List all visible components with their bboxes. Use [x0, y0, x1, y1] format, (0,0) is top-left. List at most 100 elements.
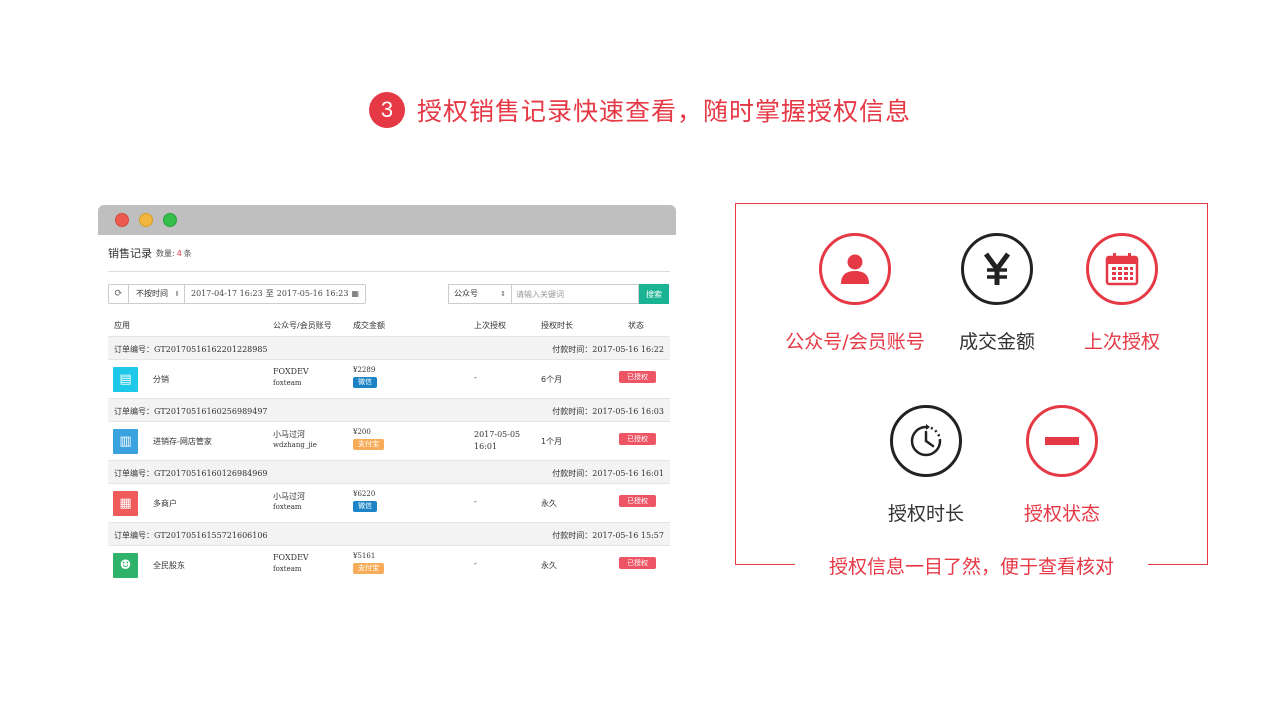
date-end: 2017-05-16 16:23 — [276, 289, 349, 298]
slide-title: 授权销售记录快速查看，随时掌握授权信息 — [416, 97, 911, 126]
feature-label-status: 授权状态 — [1023, 503, 1100, 525]
time-filter-group: ⟳ 不按时间 ⇕ 2017-04-17 16:23 至 2017-05-16 1… — [108, 284, 367, 304]
step-number-badge: 3 — [368, 92, 405, 128]
info-footer-caption: 授权信息一目了然，便于查看核对 — [795, 552, 1148, 579]
table-row: ▤ 分销 FOXDEV foxteam ¥2289 微信 - 6个月 已授权 — [108, 360, 670, 398]
account-name: FOXDEV — [273, 367, 309, 376]
count-unit: 条 — [183, 248, 192, 258]
amount: ¥2289 — [353, 366, 376, 374]
account-id: foxteam — [273, 565, 302, 573]
column-amount: 成交金额 — [353, 321, 385, 330]
date-start: 2017-04-17 16:23 — [191, 289, 263, 298]
warehouse-icon: ▥ — [113, 429, 138, 454]
last-auth-clock: 16:01 — [474, 442, 498, 451]
account-name: 小马过河 — [273, 430, 305, 439]
order-number: 订单编号：GT20170516162201228985 — [114, 345, 268, 354]
last-auth-time: 2017-05-05 16:01 — [474, 429, 520, 453]
app-name: 分销 — [153, 375, 169, 384]
last-auth-time: - — [474, 559, 477, 568]
account-name: FOXDEV — [273, 553, 309, 562]
payment-method-badge: 微信 — [353, 501, 377, 512]
auth-duration: 6个月 — [541, 375, 563, 384]
count-value: 4 — [176, 248, 182, 258]
refresh-button[interactable]: ⟳ — [109, 285, 129, 303]
order-header-row: 订单编号：GT20170516155721606106 付款时间：2017-05… — [108, 522, 670, 546]
column-app: 应用 — [114, 321, 130, 330]
slide-heading: 3 授权销售记录快速查看，随时掌握授权信息 — [0, 92, 1280, 128]
account-type-value: 公众号 — [454, 289, 478, 298]
feature-label-last-auth: 上次授权 — [1083, 331, 1160, 353]
user-icon — [819, 233, 891, 305]
minimize-window-button[interactable] — [139, 213, 153, 227]
feature-last-auth: 上次授权 — [1032, 233, 1212, 354]
amount: ¥6220 — [353, 490, 376, 498]
date-separator: 至 — [265, 289, 274, 298]
yen-icon — [961, 233, 1033, 305]
app-name: 多商户 — [153, 499, 177, 508]
auth-duration: 永久 — [541, 561, 557, 570]
browser-window: 销售记录 数量: 4 条 ⟳ 不按时间 ⇕ 2017-04-17 16:23 至… — [98, 205, 676, 600]
payment-time: 付款时间：2017-05-16 16:03 — [552, 407, 664, 416]
payment-time: 付款时间：2017-05-16 16:01 — [552, 469, 664, 478]
calendar-icon — [1086, 233, 1158, 305]
filter-bar: ⟳ 不按时间 ⇕ 2017-04-17 16:23 至 2017-05-16 1… — [108, 284, 670, 322]
status-badge: 已授权 — [619, 371, 656, 383]
maximize-window-button[interactable] — [163, 213, 177, 227]
payment-time: 付款时间：2017-05-16 15:57 — [552, 531, 664, 540]
order-header-row: 订单编号：GT20170516162201228985 付款时间：2017-05… — [108, 336, 670, 360]
column-status: 状态 — [628, 321, 644, 330]
app-name: 全民股东 — [153, 561, 185, 570]
order-number: 订单编号：GT20170516155721606106 — [114, 531, 268, 540]
order-number: 订单编号：GT20170516160126984969 — [114, 469, 268, 478]
time-filter-value: 不按时间 — [136, 289, 168, 298]
select-caret-icon: ⇕ — [174, 290, 180, 298]
page-title-row: 销售记录 数量: 4 条 — [108, 235, 670, 272]
sales-records-panel: 销售记录 数量: 4 条 ⟳ 不按时间 ⇕ 2017-04-17 16:23 至… — [108, 235, 670, 584]
shareholder-icon: ☻ — [113, 553, 138, 578]
account-id: foxteam — [273, 379, 302, 387]
payment-time: 付款时间：2017-05-16 16:22 — [552, 345, 664, 354]
calendar-icon: ▦ — [351, 289, 360, 298]
date-range-picker[interactable]: 2017-04-17 16:23 至 2017-05-16 16:23 ▦ — [185, 285, 365, 303]
search-input[interactable] — [511, 284, 639, 304]
search-group: 公众号 ⇕ 搜索 — [448, 284, 669, 304]
time-filter-select[interactable]: 不按时间 ⇕ — [129, 285, 185, 303]
order-header-row: 订单编号：GT20170516160126984969 付款时间：2017-05… — [108, 460, 670, 484]
last-auth-time: - — [474, 497, 477, 506]
order-header-row: 订单编号：GT20170516160256989497 付款时间：2017-05… — [108, 398, 670, 422]
status-badge: 已授权 — [619, 557, 656, 569]
column-account: 公众号/会员账号 — [273, 321, 332, 330]
amount: ¥5161 — [353, 552, 376, 560]
refresh-icon: ⟳ — [114, 288, 123, 299]
payment-method-badge: 微信 — [353, 377, 377, 388]
payment-method-badge: 支付宝 — [353, 439, 384, 450]
account-id: wdzhang_jie — [273, 441, 317, 449]
account-id: foxteam — [273, 503, 302, 511]
multi-store-icon: ▦ — [113, 491, 138, 516]
minus-icon — [1026, 405, 1098, 477]
table-row: ☻ 全民股东 FOXDEV foxteam ¥5161 支付宝 - 永久 已授权 — [108, 546, 670, 584]
footer-divider-right — [1148, 564, 1208, 565]
page-title: 销售记录 — [108, 247, 152, 260]
account-type-select[interactable]: 公众号 ⇕ — [448, 284, 511, 304]
clock-icon — [890, 405, 962, 477]
window-titlebar — [98, 205, 676, 235]
payment-method-badge: 支付宝 — [353, 563, 384, 574]
footer-divider-left — [735, 564, 795, 565]
feature-status: 授权状态 — [972, 405, 1152, 526]
column-duration: 授权时长 — [541, 321, 573, 330]
auth-duration: 1个月 — [541, 437, 563, 446]
status-badge: 已授权 — [619, 495, 656, 507]
account-name: 小马过河 — [273, 492, 305, 501]
search-button[interactable]: 搜索 — [639, 284, 669, 304]
status-badge: 已授权 — [619, 433, 656, 445]
close-window-button[interactable] — [115, 213, 129, 227]
count-label: 数量: — [156, 248, 175, 258]
last-auth-date: 2017-05-05 — [474, 430, 521, 439]
table-row: ▦ 多商户 小马过河 foxteam ¥6220 微信 - 永久 已授权 — [108, 484, 670, 522]
table-row: ▥ 进销存-网店管家 小马过河 wdzhang_jie ¥200 支付宝 201… — [108, 422, 670, 460]
order-number: 订单编号：GT20170516160256989497 — [114, 407, 268, 416]
table-header: 应用 公众号/会员账号 成交金额 上次授权 授权时长 状态 — [108, 318, 670, 336]
amount: ¥200 — [353, 428, 371, 436]
last-auth-time: - — [474, 373, 477, 382]
